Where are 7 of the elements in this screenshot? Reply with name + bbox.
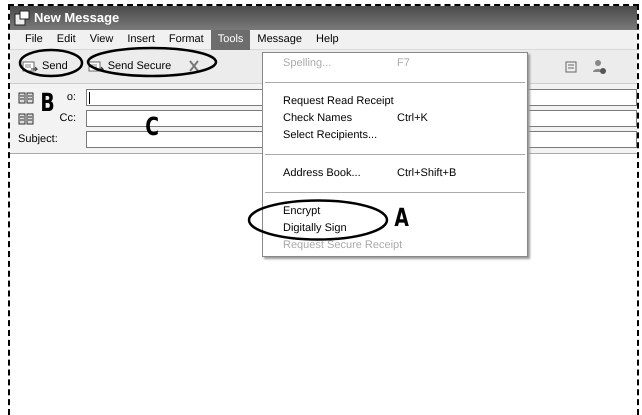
annotation-letter: A [394,207,409,228]
field-label: Cc: [60,111,76,126]
annotation-letter: B [40,92,55,113]
field-label: o: [66,90,76,106]
window-title: New Message [34,9,120,28]
field-label: Subject: [18,132,58,148]
annotation-letter: C [145,116,160,137]
